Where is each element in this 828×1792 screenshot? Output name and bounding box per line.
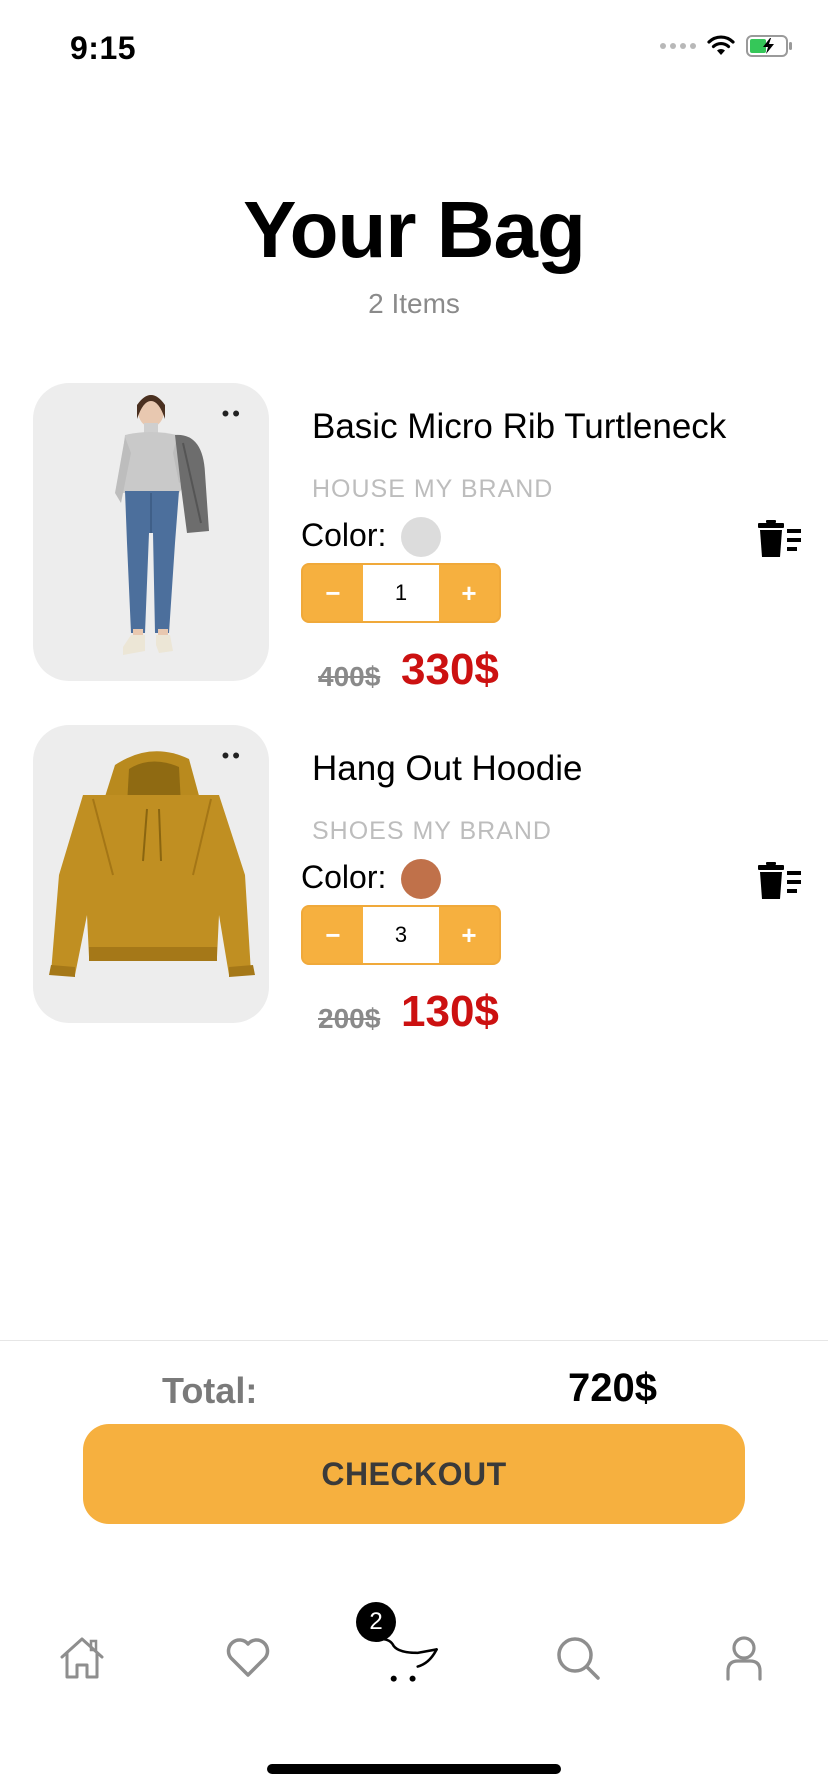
checkout-button[interactable]: CHECKOUT xyxy=(83,1424,745,1524)
cart-item: •• Basic Micro Rib Turtleneck HOUSE MY B… xyxy=(0,383,828,703)
heart-icon xyxy=(226,1638,270,1677)
item-count: 2 Items xyxy=(368,288,460,319)
increment-button[interactable]: + xyxy=(439,907,499,963)
status-time: 9:15 xyxy=(70,30,137,66)
page-title: Your Bag xyxy=(243,185,586,274)
user-icon xyxy=(726,1636,762,1681)
signal-dots-icon xyxy=(660,43,696,49)
quantity-value[interactable]: 1 xyxy=(363,565,439,621)
quantity-stepper: − 3 + xyxy=(301,905,501,965)
trash-list-icon[interactable] xyxy=(757,519,801,559)
cart-badge: 2 xyxy=(356,1602,396,1642)
sale-price: 130$ xyxy=(401,987,499,1036)
turtleneck-model-photo xyxy=(115,395,209,655)
trash-list-icon[interactable] xyxy=(757,861,801,901)
quantity-value[interactable]: 3 xyxy=(363,907,439,963)
original-price: 200$ xyxy=(318,1003,381,1034)
sale-price: 330$ xyxy=(401,645,499,694)
color-swatch[interactable] xyxy=(401,517,441,557)
increment-button[interactable]: + xyxy=(439,565,499,621)
battery-charging-icon xyxy=(746,35,792,57)
product-image[interactable]: •• xyxy=(33,725,269,1023)
color-swatch[interactable] xyxy=(401,859,441,899)
home-indicator xyxy=(267,1764,561,1774)
product-brand: SHOES MY BRAND xyxy=(312,817,552,845)
color-label: Color: xyxy=(301,517,387,553)
product-image[interactable]: •• xyxy=(33,383,269,681)
original-price: 400$ xyxy=(318,661,381,692)
product-brand: HOUSE MY BRAND xyxy=(312,475,554,503)
total-label: Total: xyxy=(162,1370,258,1411)
more-dots-icon[interactable]: •• xyxy=(222,403,243,425)
home-icon xyxy=(60,1637,104,1679)
decrement-button[interactable]: − xyxy=(303,907,363,963)
hoodie-photo xyxy=(49,751,255,977)
tab-home[interactable] xyxy=(52,1628,112,1688)
product-name[interactable]: Basic Micro Rib Turtleneck xyxy=(312,407,726,447)
tab-search[interactable] xyxy=(548,1628,608,1688)
decrement-button[interactable]: − xyxy=(303,565,363,621)
more-dots-icon[interactable]: •• xyxy=(222,745,243,767)
search-icon xyxy=(557,1637,600,1680)
tab-favorites[interactable] xyxy=(218,1628,278,1688)
wifi-icon xyxy=(707,35,735,55)
cart-item: •• Hang Out Hoodie SHOES MY BRAND Color:… xyxy=(0,725,828,1045)
status-icons xyxy=(660,34,794,58)
product-name[interactable]: Hang Out Hoodie xyxy=(312,749,582,789)
color-label: Color: xyxy=(301,859,387,895)
tab-profile[interactable] xyxy=(714,1628,774,1688)
summary-divider xyxy=(0,1340,828,1341)
quantity-stepper: − 1 + xyxy=(301,563,501,623)
total-value: 720$ xyxy=(568,1366,657,1410)
